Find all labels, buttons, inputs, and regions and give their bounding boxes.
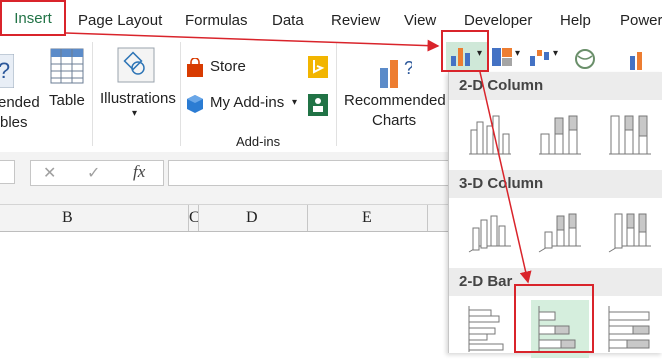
arrow-chart-to-bar — [479, 71, 532, 284]
annotation-arrows — [65, 32, 532, 284]
arrow-insert-to-chart — [65, 32, 440, 52]
